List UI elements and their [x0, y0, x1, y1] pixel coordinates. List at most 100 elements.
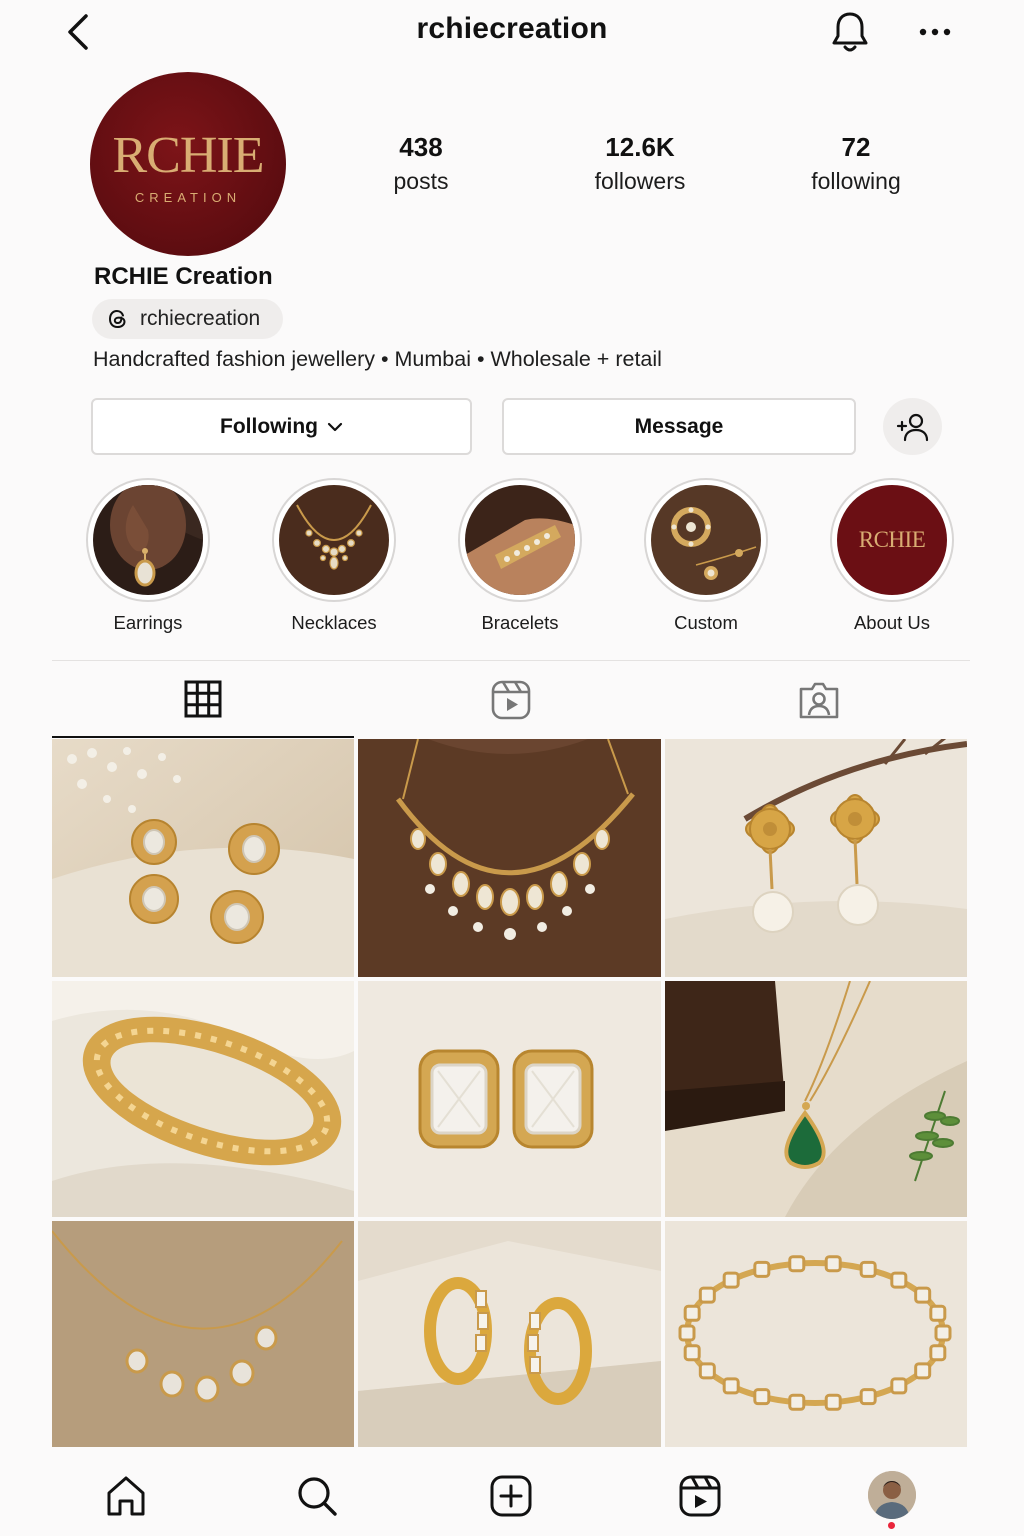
post-image-gold-lattice-bangle — [52, 981, 354, 1217]
highlight-cover-earrings — [93, 485, 203, 595]
nav-reels[interactable] — [670, 1466, 730, 1526]
threads-handle: rchiecreation — [140, 307, 261, 330]
post-image-emerald-pendant — [665, 981, 967, 1217]
message-button[interactable]: Message — [502, 398, 856, 455]
highlight-necklaces[interactable]: Necklaces — [264, 478, 404, 634]
bracelet-stone — [722, 1271, 740, 1289]
highlight-label: About Us — [853, 612, 931, 633]
notifications-button[interactable] — [826, 8, 874, 56]
bracelet-stone — [678, 1324, 696, 1342]
bell-icon — [832, 12, 868, 52]
post-tile[interactable] — [358, 1221, 661, 1447]
post-image-flower-pearl-earrings — [665, 739, 967, 977]
post-image-crystal-station-necklace — [52, 1221, 354, 1447]
bracelet-stone — [698, 1286, 716, 1304]
bracelet-stone — [929, 1344, 947, 1362]
highlight-label: Custom — [674, 612, 738, 633]
grid-icon — [184, 680, 222, 718]
highlight-label: Bracelets — [481, 612, 559, 633]
bracelet-stone — [753, 1260, 771, 1278]
highlight-cover-bracelets — [465, 485, 575, 595]
highlight-label: Necklaces — [291, 612, 377, 633]
bracelet-stone — [914, 1286, 932, 1304]
section-divider — [52, 660, 970, 661]
post-tile[interactable] — [52, 739, 354, 977]
posts-stat[interactable]: 438 posts — [366, 130, 476, 198]
post-tile[interactable] — [358, 739, 661, 977]
highlight-ring — [272, 478, 396, 602]
profile-avatar — [868, 1471, 916, 1519]
post-tile[interactable] — [52, 1221, 354, 1447]
bracelet-stone — [788, 1393, 806, 1411]
highlight-about-us[interactable]: RCHIE About Us — [822, 478, 962, 634]
reels-icon — [679, 1475, 721, 1517]
post-image-pearl-kundan-necklace — [358, 739, 661, 977]
post-image-crystal-hoop-earrings — [358, 1221, 661, 1447]
notification-dot — [888, 1522, 895, 1529]
bracelet-stone — [788, 1255, 806, 1273]
nav-home[interactable] — [96, 1466, 156, 1526]
bracelet-stone — [824, 1255, 842, 1273]
profile-avatar[interactable]: RCHIE CREATION — [90, 72, 286, 256]
bracelet-stone — [859, 1388, 877, 1406]
highlight-ring: RCHIE — [830, 478, 954, 602]
tab-tagged[interactable] — [668, 662, 970, 738]
post-image-kundan-drop-earrings — [52, 739, 354, 977]
nav-search[interactable] — [287, 1466, 347, 1526]
nav-create[interactable] — [481, 1466, 541, 1526]
post-tile[interactable] — [665, 1221, 967, 1447]
following-stat[interactable]: 72 following — [796, 130, 916, 198]
search-icon — [298, 1477, 337, 1516]
avatar-logo-subtext: CREATION — [134, 189, 242, 205]
bracelet-stone — [753, 1388, 771, 1406]
tab-reels[interactable] — [360, 662, 662, 738]
create-icon — [490, 1475, 532, 1517]
following-label: following — [811, 168, 901, 194]
avatar-logo-text: RCHIE — [112, 126, 265, 184]
following-button-label: Following — [220, 414, 318, 438]
highlight-bracelets[interactable]: Bracelets — [450, 478, 590, 634]
add-person-icon — [896, 413, 928, 441]
tab-posts-grid[interactable] — [52, 662, 354, 738]
home-icon — [107, 1476, 145, 1516]
following-button[interactable]: Following — [91, 398, 472, 455]
profile-bio: Handcrafted fashion jewellery • Mumbai •… — [93, 347, 662, 371]
posts-label: posts — [393, 168, 449, 194]
reels-icon — [491, 680, 531, 720]
nav-profile[interactable] — [868, 1471, 916, 1519]
post-image-crystal-halo-studs — [358, 981, 661, 1217]
post-tile[interactable] — [52, 981, 354, 1217]
bracelet-stone — [934, 1324, 952, 1342]
followers-label: followers — [594, 168, 686, 194]
highlight-earrings[interactable]: Earrings — [78, 478, 218, 634]
more-options-button[interactable] — [912, 12, 958, 52]
highlight-logo-text: RCHIE — [858, 527, 926, 552]
bracelet-stone — [698, 1362, 716, 1380]
post-tile[interactable] — [665, 981, 967, 1217]
post-tile[interactable] — [358, 981, 661, 1217]
post-tile[interactable] — [665, 739, 967, 977]
followers-stat[interactable]: 12.6K followers — [575, 130, 705, 198]
bracelet-stone — [722, 1377, 740, 1395]
following-count: 72 — [841, 132, 871, 162]
highlight-label: Earrings — [113, 612, 183, 633]
threads-icon — [108, 309, 126, 329]
bracelet-stone — [683, 1344, 701, 1362]
followers-count: 12.6K — [605, 132, 675, 162]
highlight-cover-about-us: RCHIE — [837, 485, 947, 595]
highlight-custom[interactable]: Custom — [636, 478, 776, 634]
posts-count: 438 — [399, 132, 443, 162]
post-image-kundan-tennis-bracelet — [665, 1221, 967, 1447]
bracelet-stone — [683, 1304, 701, 1322]
highlight-ring — [458, 478, 582, 602]
bracelet-stone — [824, 1393, 842, 1411]
chevron-down-icon — [327, 422, 343, 431]
bracelet-stone — [929, 1304, 947, 1322]
suggested-users-button[interactable] — [883, 398, 942, 455]
highlight-ring — [86, 478, 210, 602]
tagged-icon — [799, 682, 839, 719]
bracelet-stone — [914, 1362, 932, 1380]
bracelet-stone — [859, 1260, 877, 1278]
highlight-cover-custom — [651, 485, 761, 595]
threads-badge[interactable]: rchiecreation — [92, 299, 283, 339]
